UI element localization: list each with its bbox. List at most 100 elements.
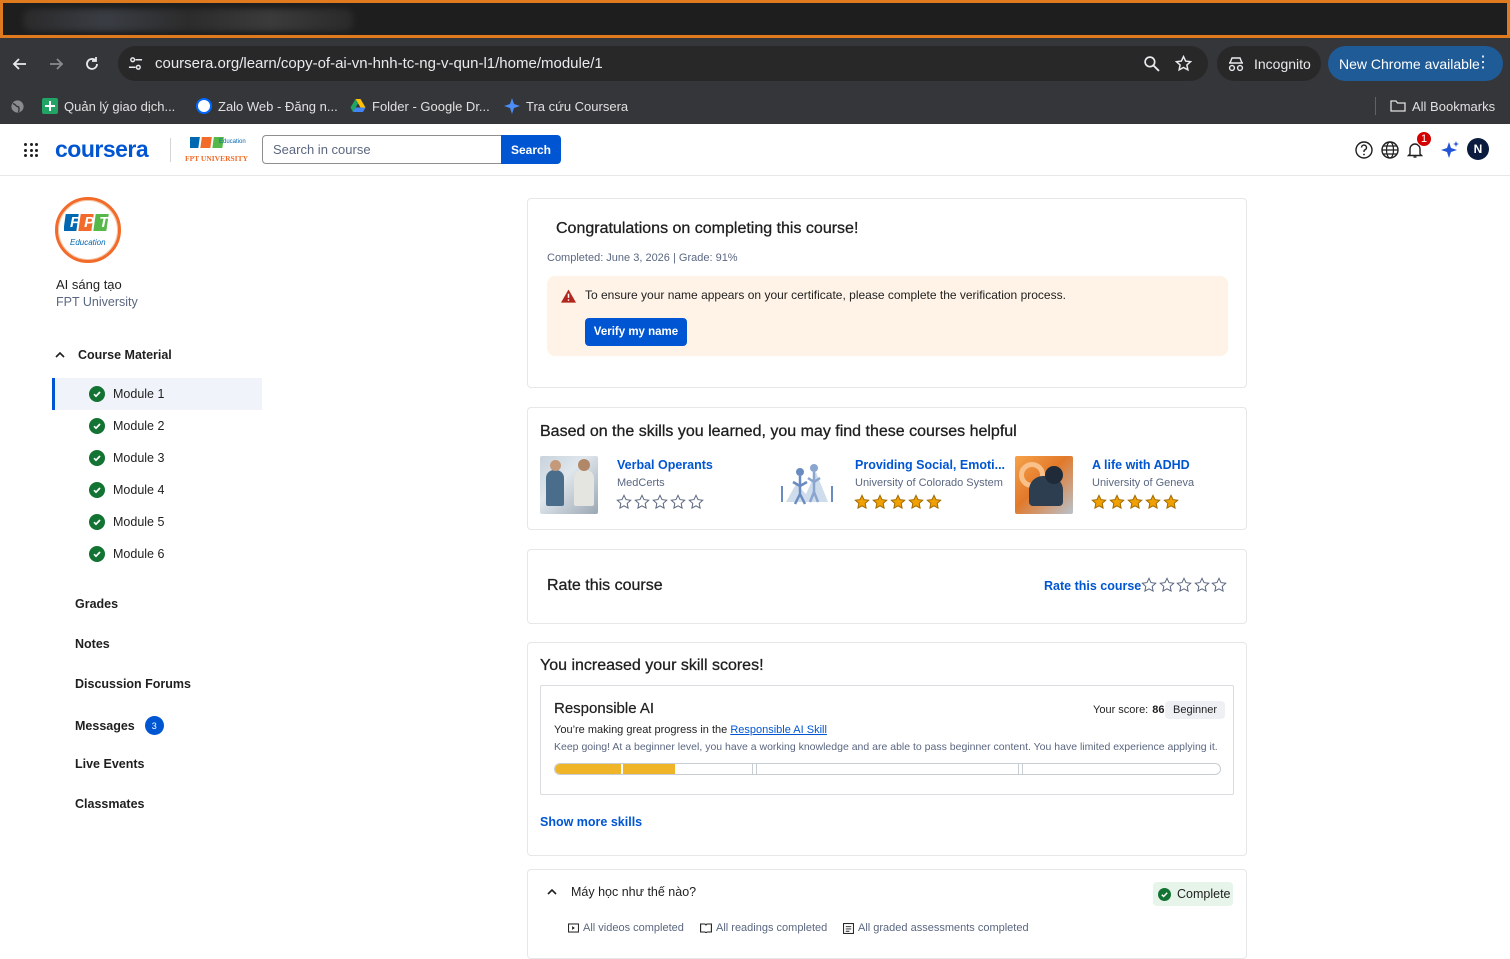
module-summary-toggle[interactable]: Máy học như thế nào?: [546, 885, 696, 899]
search-input[interactable]: Search in course: [262, 135, 502, 164]
check-circle-icon: [89, 386, 105, 402]
skill-panel: Responsible AI Your score: 86 Beginner Y…: [540, 685, 1234, 795]
fpt-university-logo[interactable]: Education FPT UNIVERSITY: [184, 136, 250, 164]
back-button[interactable]: [7, 51, 33, 77]
criterion-label: All graded assessments completed: [858, 922, 1029, 934]
sidebar-item-module-3[interactable]: Module 3: [52, 442, 262, 474]
bookmark-google-drive[interactable]: Folder - Google Dr...: [350, 98, 490, 114]
course-org: FPT University: [56, 295, 138, 309]
sidebar-item-module-6[interactable]: Module 6: [52, 538, 262, 570]
incognito-indicator[interactable]: Incognito: [1217, 46, 1321, 81]
star-outline-icon: [652, 494, 668, 510]
module-summary-title: Máy học như thế nào?: [571, 885, 697, 899]
bookmark-label: Tra cứu Coursera: [526, 98, 629, 114]
course-title[interactable]: A life with ADHD: [1092, 458, 1190, 472]
coursera-logo[interactable]: coursera: [55, 136, 149, 163]
bookmark-label: Folder - Google Dr...: [372, 98, 490, 114]
recommended-course[interactable]: Providing Social, Emoti... University of…: [778, 456, 1005, 516]
verification-message: To ensure your name appears on your cert…: [585, 288, 1066, 302]
browser-tab-strip: [0, 0, 1510, 38]
bookmark-tra-cuu[interactable]: Tra cứu Coursera: [504, 98, 628, 114]
skills-title: You increased your skill scores!: [540, 657, 764, 674]
help-icon[interactable]: [1354, 140, 1374, 160]
partner-name: FPT UNIVERSITY: [185, 154, 248, 163]
sidebar-item-module-5[interactable]: Module 5: [52, 506, 262, 538]
rate-stars[interactable]: [1141, 577, 1227, 593]
messages-label: Messages: [75, 718, 135, 733]
user-avatar[interactable]: N: [1467, 138, 1489, 160]
course-thumbnail: [778, 456, 836, 514]
skill-link[interactable]: Responsible AI Skill: [730, 724, 827, 736]
incognito-label: Incognito: [1254, 55, 1311, 72]
star-filled-icon: [1145, 494, 1161, 510]
skill-description: Keep going! At a beginner level, you hav…: [554, 741, 1218, 753]
course-provider: University of Colorado System: [855, 477, 1003, 489]
sidebar-item-grades[interactable]: Grades: [75, 597, 118, 611]
recommendations-title: Based on the skills you learned, you may…: [540, 423, 1017, 440]
course-logo: FPT Education: [55, 197, 121, 263]
course-title[interactable]: Providing Social, Emoti...: [855, 458, 1005, 472]
progress-text: You’re making great progress in the: [554, 724, 728, 736]
recommended-course[interactable]: Verbal Operants MedCerts: [540, 456, 765, 516]
skill-progress-text: You’re making great progress in the Resp…: [554, 724, 827, 736]
star-filled-icon: [1163, 494, 1179, 510]
forward-button[interactable]: [43, 51, 69, 77]
ai-sparkle-icon[interactable]: [1440, 140, 1460, 160]
rate-course-card: Rate this course Rate this course: [527, 549, 1247, 624]
score-label: Your score:: [1093, 704, 1149, 716]
sidebar-item-discussion-forums[interactable]: Discussion Forums: [75, 677, 191, 691]
bar-divider: [753, 764, 756, 774]
completion-title: Congratulations on completing this cours…: [556, 220, 859, 237]
address-bar[interactable]: coursera.org/learn/copy-of-ai-vn-hnh-tc-…: [118, 46, 1208, 81]
sidebar-item-live-events[interactable]: Live Events: [75, 757, 144, 771]
course-thumbnail: [1015, 456, 1073, 514]
reload-icon: [86, 57, 98, 70]
verify-my-name-button[interactable]: Verify my name: [585, 318, 687, 346]
people-illustration-icon: [781, 464, 833, 505]
site-settings-icon[interactable]: [128, 56, 143, 71]
star-filled-icon: [872, 494, 888, 510]
star-filled-icon: [1127, 494, 1143, 510]
apps-grid-icon[interactable]: [24, 143, 38, 157]
check-circle-icon: [89, 482, 105, 498]
rate-this-course-link[interactable]: Rate this course: [1044, 579, 1141, 593]
score-value: 86: [1152, 704, 1165, 716]
header-divider: [170, 138, 171, 162]
blurred-tabs: [23, 9, 353, 31]
star-bookmark-icon[interactable]: [1175, 55, 1192, 72]
course-material-toggle[interactable]: Course Material: [54, 348, 172, 362]
folder-icon: [1390, 100, 1406, 112]
sidebar-item-module-2[interactable]: Module 2: [52, 410, 262, 442]
module-label: Module 1: [113, 387, 165, 401]
more-vert-icon[interactable]: ⋮: [1475, 53, 1491, 73]
readings-criterion: All readings completed: [700, 922, 827, 934]
bookmark-zalo[interactable]: Zalo Web - Đăng n...: [196, 98, 338, 114]
module-summary-card: Máy học như thế nào? Complete All videos…: [527, 869, 1247, 959]
sheets-icon: [42, 98, 58, 114]
bookmarks-divider: [1375, 97, 1376, 115]
arrow-left-icon: [12, 58, 26, 70]
reload-button[interactable]: [79, 51, 105, 77]
video-icon: [568, 923, 579, 933]
show-more-skills-link[interactable]: Show more skills: [540, 815, 642, 829]
star-outline-icon: [670, 494, 686, 510]
search-button[interactable]: Search: [501, 135, 561, 164]
sidebar-item-messages[interactable]: Messages 3: [75, 716, 164, 735]
update-label: New Chrome available: [1339, 55, 1480, 72]
sidebar-item-notes[interactable]: Notes: [75, 637, 110, 651]
new-chrome-available-button[interactable]: New Chrome available ⋮: [1328, 46, 1503, 81]
star-outline-icon: [1158, 577, 1175, 593]
all-bookmarks[interactable]: All Bookmarks: [1390, 98, 1495, 114]
check-circle-icon: [89, 450, 105, 466]
globe-language-icon[interactable]: [1380, 140, 1400, 160]
sidebar-item-module-1[interactable]: Module 1: [52, 378, 262, 410]
bookmark-quan-ly[interactable]: Quản lý giao dịch...: [42, 98, 175, 114]
recommended-course[interactable]: A life with ADHD University of Geneva: [1015, 456, 1240, 516]
course-title[interactable]: Verbal Operants: [617, 458, 713, 472]
sidebar-item-classmates[interactable]: Classmates: [75, 797, 145, 811]
partner-text: Education: [219, 139, 246, 145]
skill-progress-fill: [555, 764, 675, 774]
module-label: Module 6: [113, 547, 165, 561]
sidebar-item-module-4[interactable]: Module 4: [52, 474, 262, 506]
zoom-icon[interactable]: [1143, 55, 1160, 72]
